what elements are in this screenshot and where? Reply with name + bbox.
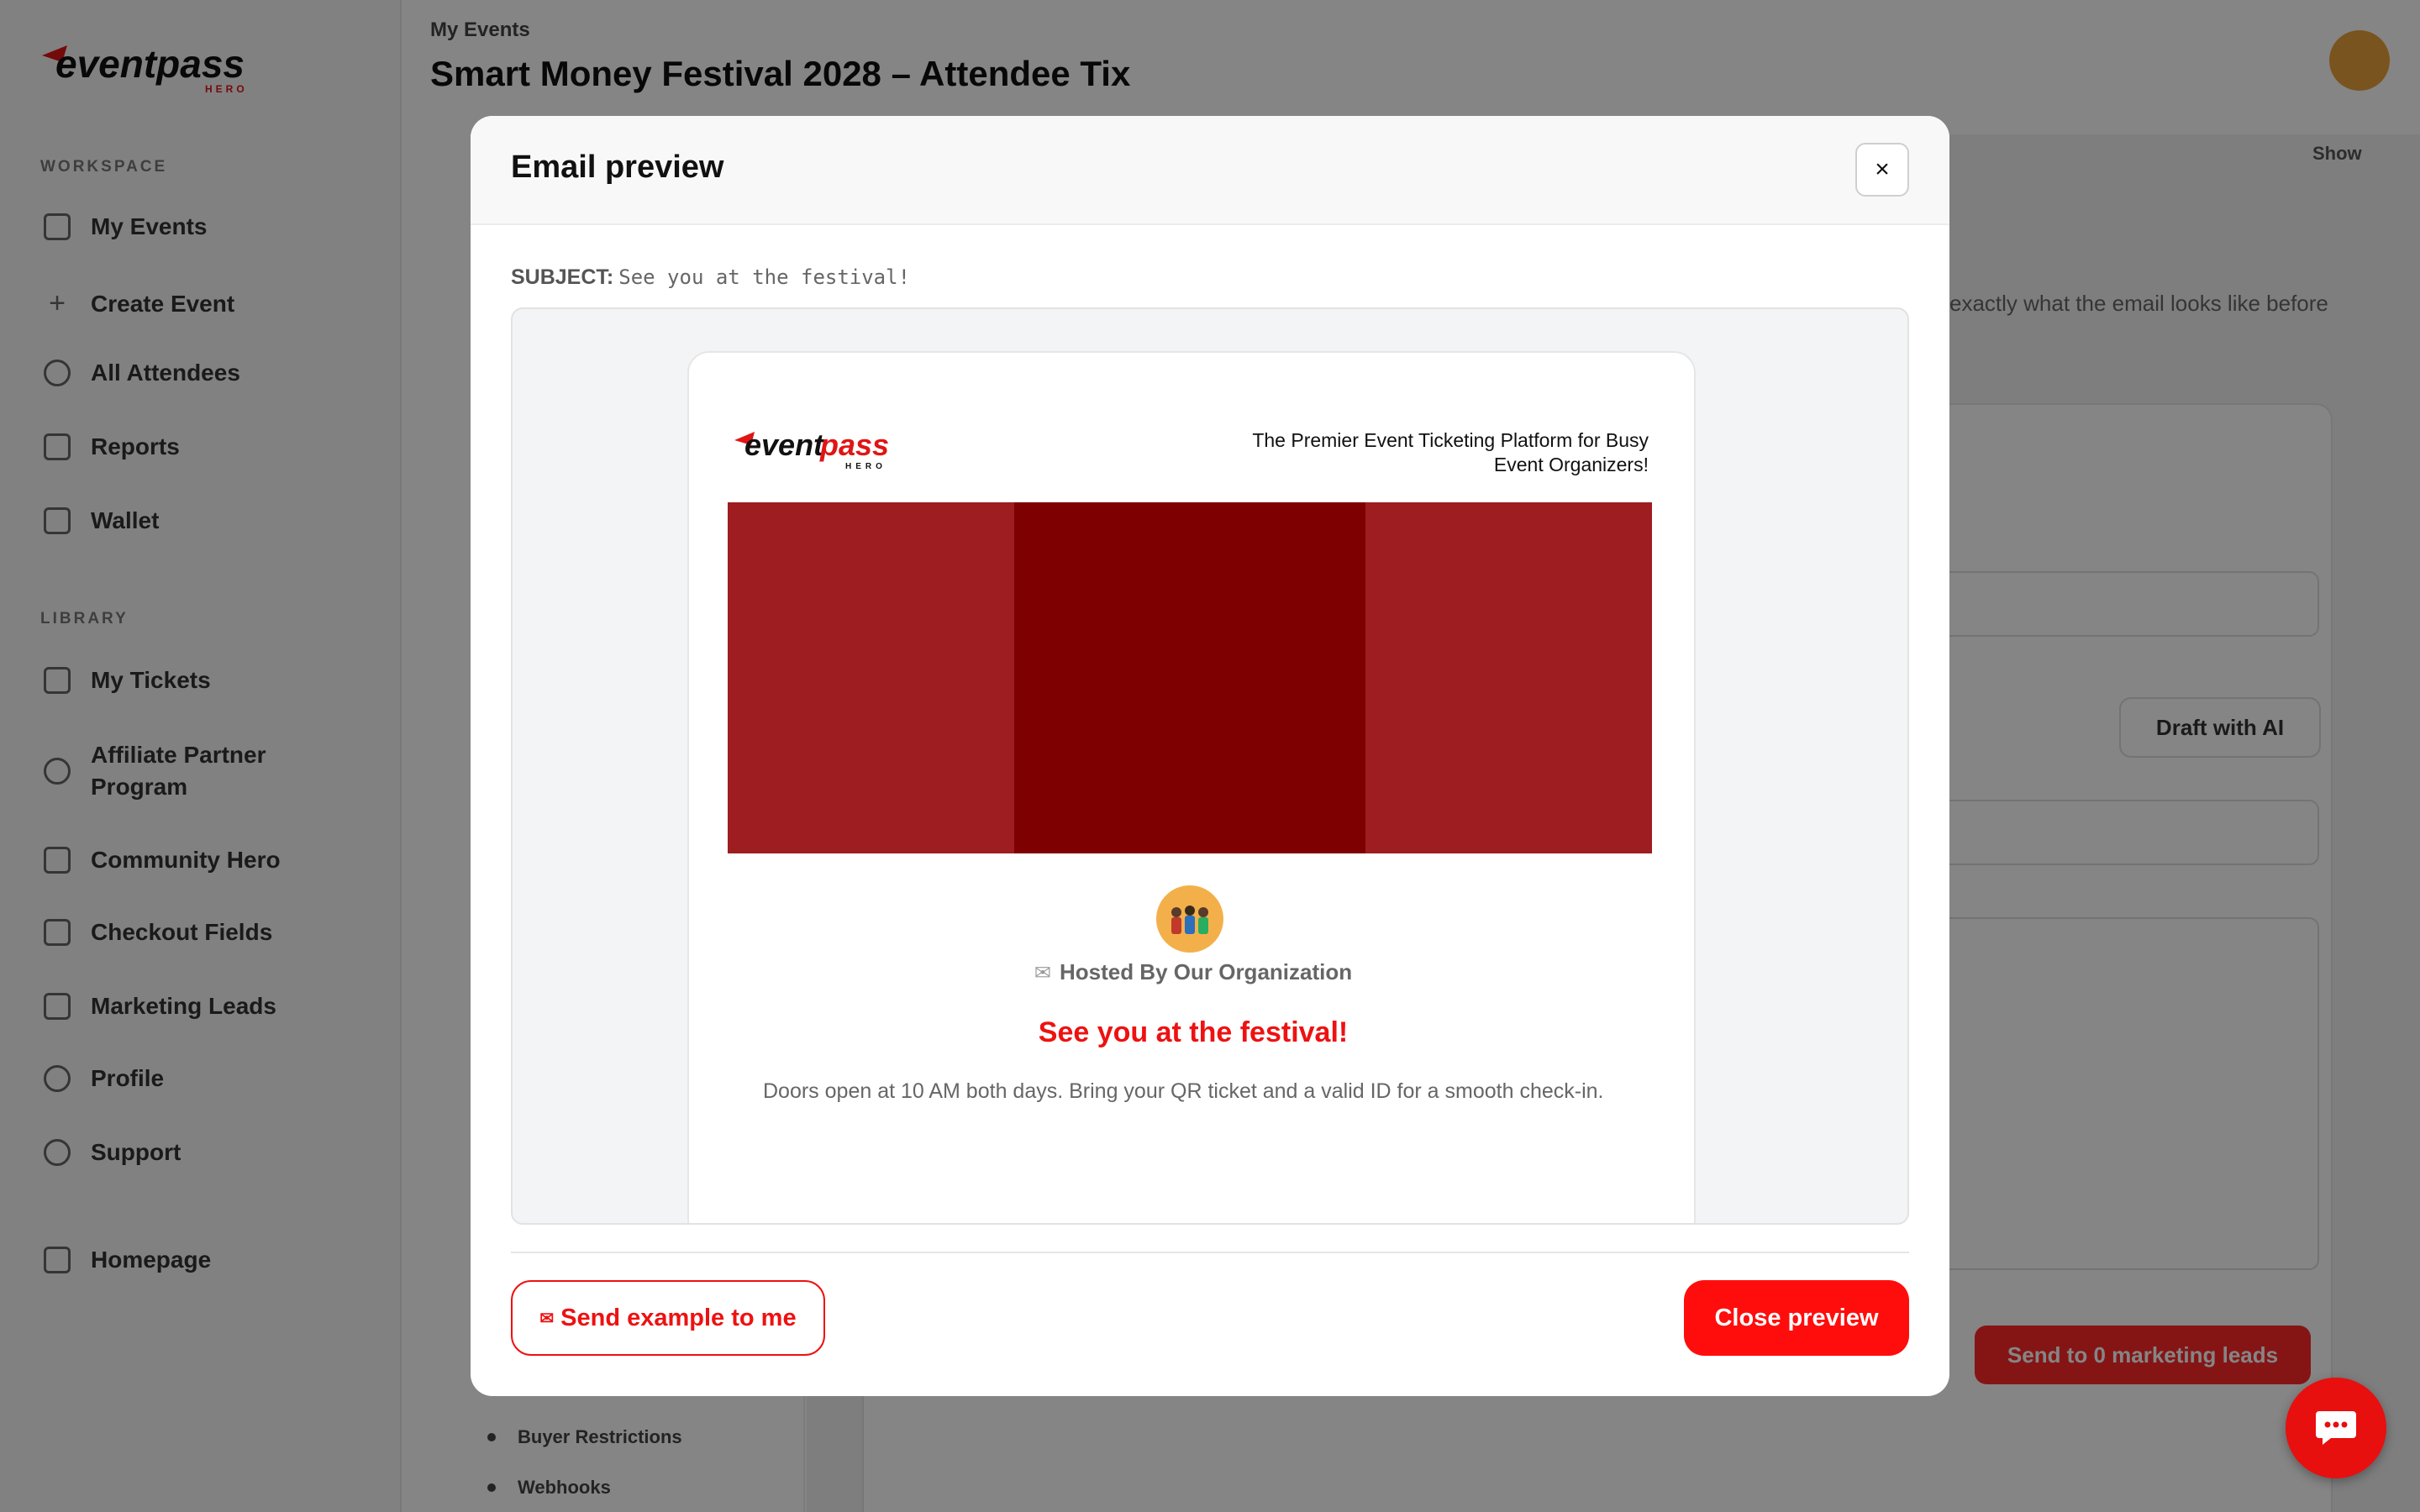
email-preview-frame[interactable]: event pass HERO The Premier Event Ticket… [511,307,1909,1225]
close-preview-button[interactable]: Close preview [1684,1280,1909,1356]
chat-icon [2316,1411,2356,1445]
envelope-icon: ✉ [1034,962,1051,984]
footer-divider [511,1252,1909,1253]
eventpass-logo: event pass HERO [734,428,889,471]
send-example-button[interactable]: ✉ Send example to me [511,1280,825,1356]
modal-header: Email preview × [471,116,1949,225]
email-tagline: The Premier Event Ticketing Platform for… [1252,429,1649,475]
envelope-icon: ✉ [539,1309,555,1328]
close-icon[interactable]: × [1855,143,1909,197]
hosted-by: ✉ Hosted By Our Organization [1034,959,1353,984]
email-banner [728,502,1652,853]
svg-text:event: event [744,428,825,462]
subject-label: SUBJECT: [511,265,614,289]
modal-title: Email preview [511,150,724,185]
subject-value: See you at the festival! [618,265,911,289]
email-body: event pass HERO The Premier Event Ticket… [687,351,1696,1223]
email-preview-modal: Email preview × SUBJECT: See you at the f… [471,116,1949,1396]
email-headline: See you at the festival! [1038,1016,1349,1048]
subject-line: SUBJECT: See you at the festival! [511,265,910,290]
svg-text:HERO: HERO [845,462,886,471]
email-message: Doors open at 10 AM both days. Bring you… [763,1079,1604,1103]
chat-bubble-button[interactable] [2286,1378,2386,1478]
svg-text:pass: pass [819,428,889,462]
organization-logo [1156,885,1223,953]
